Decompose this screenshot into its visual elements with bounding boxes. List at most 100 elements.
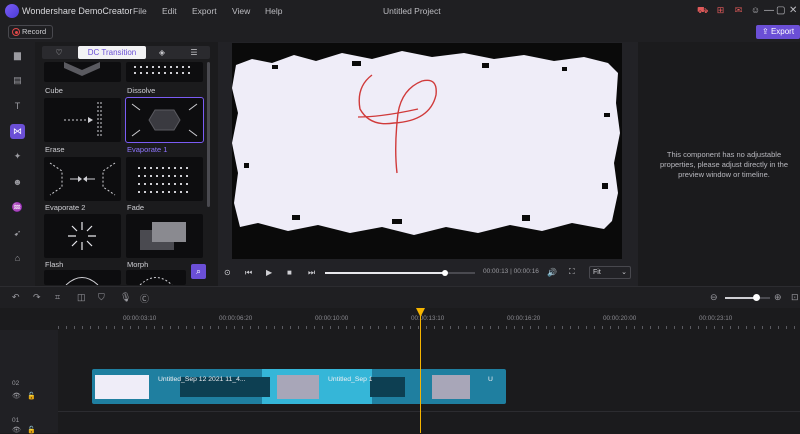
transition-thumb-morph[interactable] [126, 214, 203, 258]
transition-label: Flash [45, 260, 64, 269]
gift-icon[interactable]: ⊞ [715, 5, 726, 16]
seek-progress [325, 272, 445, 274]
zoom-select-value: Fit [593, 269, 601, 276]
shield-icon[interactable]: ⛉ [98, 292, 105, 303]
maximize-icon[interactable]: ▢ [776, 5, 785, 16]
clip-thumbnail [370, 377, 405, 397]
ruler-label: 00:00:16:20 [507, 315, 541, 322]
ruler-ticks [58, 326, 800, 329]
ruler-label: 00:00:06:20 [219, 315, 253, 322]
record-label: Record [22, 27, 47, 36]
zoom-select[interactable]: Fit ⌄ [589, 266, 631, 279]
transition-label: Cube [45, 86, 63, 95]
transition-label: Evaporate 2 [45, 203, 86, 212]
zoom-slider[interactable] [725, 294, 770, 301]
menu-export[interactable]: Export [192, 6, 217, 16]
track-number: 02 [12, 380, 20, 387]
seek-handle[interactable] [442, 270, 448, 276]
transition-thumb-cube[interactable] [44, 62, 121, 82]
fullscreen-icon[interactable]: ⛶ [569, 267, 575, 277]
time-display: 00:00:13 | 00:00:16 [483, 268, 539, 275]
tab-favorites[interactable]: ♡ [46, 46, 72, 59]
caption-c-icon[interactable]: Ⓒ [140, 292, 149, 305]
lock-icon[interactable]: 🔓 [27, 392, 36, 400]
crop-icon[interactable]: ⌗ [55, 292, 60, 303]
transition-thumb[interactable] [44, 270, 121, 285]
cart-icon[interactable]: ⛟ [697, 5, 708, 16]
zoom-handle[interactable] [753, 294, 760, 301]
snapshot-icon[interactable]: ⊙ [224, 268, 231, 277]
preview-canvas[interactable] [232, 43, 622, 259]
clip-title: Untitled_Sep 12 2021 11... [328, 376, 372, 383]
audio-icon[interactable]: ♒ [10, 200, 25, 215]
effects-icon[interactable]: ✦ [10, 149, 25, 164]
caption-icon[interactable]: T [10, 99, 25, 114]
panel-scrollbar[interactable] [207, 62, 210, 207]
stop-icon[interactable]: ■ [287, 268, 292, 277]
minimize-icon[interactable]: — [764, 5, 774, 16]
step-forward-icon[interactable]: ⏭ [308, 268, 315, 278]
ruler-label: 00:00:03:10 [123, 315, 157, 322]
transition-label: Dissolve [127, 86, 156, 95]
record-icon [12, 28, 20, 36]
track-number: 01 [12, 417, 20, 424]
seek-bar[interactable] [325, 270, 475, 276]
step-back-icon[interactable]: ⏮ [245, 268, 252, 278]
menu-edit[interactable]: Edit [162, 6, 177, 16]
transition-thumb-erase[interactable] [44, 98, 121, 142]
clip-title: U [488, 376, 493, 383]
tab-dc-transition[interactable]: DC Transition [78, 46, 146, 59]
redo-icon[interactable]: ↷ [33, 292, 41, 303]
tab-list[interactable]: ☰ [178, 46, 210, 59]
transition-icon[interactable]: ⋈ [10, 124, 25, 139]
app-logo-icon [5, 4, 19, 18]
transition-thumb[interactable] [126, 270, 186, 285]
transition-thumb-fade[interactable] [126, 157, 203, 201]
menu-help[interactable]: Help [265, 6, 282, 16]
zoom-level [725, 297, 757, 299]
clip-title: Untitled_Sep 12 2021 11_4... [158, 376, 246, 383]
zoom-out-icon[interactable]: ⊖ [710, 292, 718, 303]
annotation-icon[interactable]: ▤ [10, 73, 25, 88]
split-icon[interactable]: ◫ [77, 292, 86, 303]
chevron-down-icon: ⌄ [621, 269, 627, 276]
panel-tabs: ♡ DC Transition ◈ ☰ [42, 46, 210, 59]
close-icon[interactable]: ✕ [789, 5, 797, 16]
video-clip[interactable]: Untitled_Sep 12 2021 11_4... Untitled_Se… [92, 369, 506, 404]
store-icon[interactable]: ⌂ [10, 251, 25, 266]
fit-timeline-icon[interactable]: ⊡ [791, 292, 799, 303]
transition-label: Fade [127, 203, 145, 212]
search-icon[interactable]: ⌕ [191, 264, 206, 279]
window-title: Untitled Project [383, 6, 441, 16]
transition-label-selected: Evaporate 1 [127, 145, 168, 154]
transition-thumb-dissolve[interactable] [126, 62, 203, 82]
track-divider [58, 411, 800, 412]
volume-icon[interactable]: 🔊 [547, 268, 557, 277]
play-icon[interactable]: ▶ [266, 268, 272, 277]
cursor-effects-icon[interactable]: ➹ [10, 226, 25, 241]
menu-view[interactable]: View [232, 6, 250, 16]
account-icon[interactable]: ☺ [750, 5, 761, 16]
undo-icon[interactable]: ↶ [12, 292, 20, 303]
current-time: 00:00:13 [483, 268, 509, 275]
microphone-icon[interactable]: 🎙 [120, 292, 131, 303]
zoom-in-icon[interactable]: ⊕ [774, 292, 782, 303]
total-time: 00:00:16 [513, 268, 539, 275]
transition-thumb-evaporate-1[interactable] [125, 97, 204, 143]
transition-label: Morph [127, 260, 149, 269]
tab-other[interactable]: ◈ [146, 46, 178, 59]
record-button[interactable]: Record [8, 25, 53, 39]
clip-thumbnail [432, 375, 470, 399]
media-icon[interactable]: ▆ [10, 48, 25, 63]
sticker-icon[interactable]: ☻ [10, 175, 25, 190]
export-label: Export [770, 27, 795, 36]
track-headers [0, 330, 58, 433]
transition-thumb-evaporate-2[interactable] [44, 157, 121, 201]
menu-file[interactable]: File [133, 6, 147, 16]
playhead[interactable] [420, 312, 421, 433]
eye-icon[interactable]: 👁 [12, 392, 21, 400]
export-button[interactable]: ⇪ Export [756, 25, 800, 39]
transition-thumb-flash[interactable] [44, 214, 121, 258]
clip-thumbnail [95, 375, 149, 399]
mail-icon[interactable]: ✉ [733, 5, 744, 16]
